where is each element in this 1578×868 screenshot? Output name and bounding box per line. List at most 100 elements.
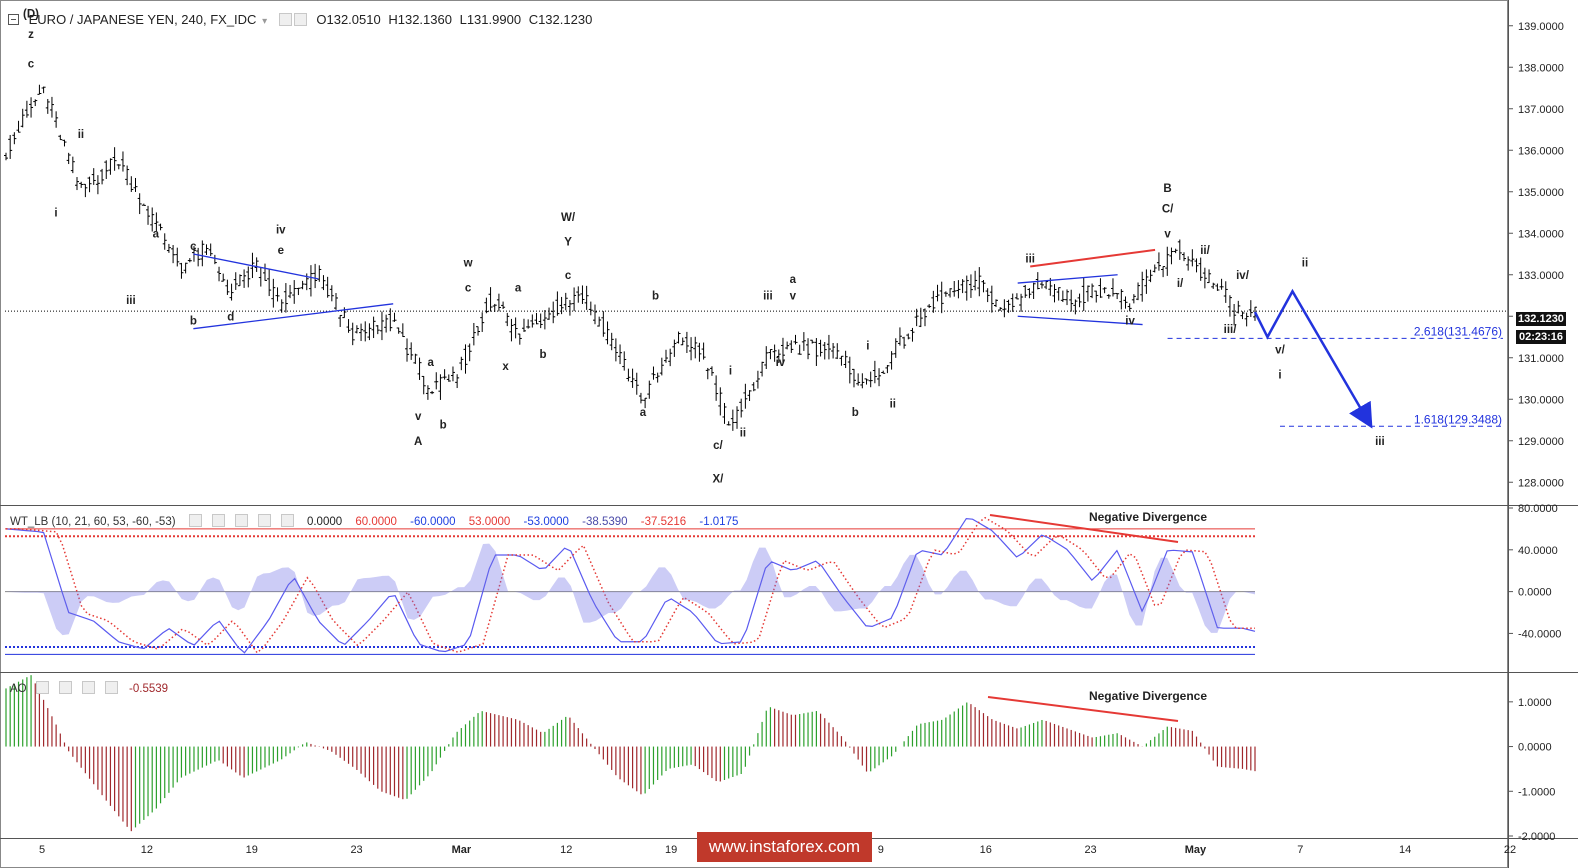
settings-icon[interactable] [211, 514, 225, 527]
close-icon[interactable] [280, 514, 294, 527]
symbol-title: EURO / JAPANESE YEN, 240, FX_IDC [28, 12, 257, 27]
wave-label: i [54, 208, 57, 220]
time-axis-label: 22 [1504, 844, 1516, 856]
wave-label: z [28, 29, 34, 41]
wt-value-6: -37.5216 [640, 516, 687, 528]
ao-axis-label: 0.0000 [1518, 742, 1552, 754]
price-axis-label: 129.0000 [1518, 436, 1564, 448]
time-axis-label: 19 [665, 844, 677, 856]
wave-label: c [465, 282, 472, 294]
wave-label: a [790, 274, 797, 286]
wt-axis-label: 80.0000 [1518, 503, 1558, 515]
countdown-tag: 02:23:16 [1516, 330, 1566, 344]
wave-label: a [153, 228, 160, 240]
open-value: 132.0510 [326, 12, 381, 27]
last-price-tag: 132.1230 [1516, 312, 1566, 326]
trendline-1 [193, 303, 394, 330]
chart-canvas[interactable]: 139.0000 138.0000 137.0000 136.0000 135.0000… [0, 0, 1578, 868]
wave-label: ii [890, 399, 896, 411]
wt-value-4: -53.0000 [523, 516, 569, 528]
wave-label: A [414, 436, 422, 448]
watermark: www.instaforex.com [697, 832, 872, 862]
price-axis-label: 136.0000 [1518, 145, 1564, 157]
wt-lb-legend: WT_LB (10, 21, 60, 53, -60, -53) 0.0000 … [10, 514, 748, 528]
ao-axis-label: -1.0000 [1518, 786, 1555, 798]
dropdown-arrow-icon[interactable]: ▾ [262, 16, 267, 27]
ao-legend: AO -0.5539 [10, 681, 178, 695]
trendline-0 [193, 253, 319, 280]
wave-label: iii [763, 291, 773, 303]
wave-label: iii [126, 295, 136, 307]
trendline-4 [1017, 315, 1143, 326]
wt-axis-label: 40.0000 [1518, 545, 1558, 557]
eye-icon[interactable] [35, 681, 49, 694]
ao-value: -0.5539 [129, 683, 169, 695]
plus-icon[interactable] [257, 514, 271, 527]
wave-label: iv [1125, 316, 1135, 328]
fib-level-label: 2.618(131.4676) [1414, 324, 1502, 338]
ao-name: AO [10, 683, 27, 695]
wave-label: Y [564, 237, 572, 249]
ao-axis-label: 1.0000 [1518, 697, 1552, 709]
wave-label: v [1164, 228, 1171, 240]
wt-lb-name: WT_LB (10, 21, 60, 53, -60, -53) [10, 516, 176, 528]
price-axis-label: 128.0000 [1518, 477, 1564, 489]
time-axis-label: 14 [1399, 844, 1411, 856]
wave-label: i [866, 340, 869, 352]
wave-label: iv/ [1236, 270, 1250, 282]
wt-value-1: 60.0000 [355, 516, 397, 528]
wt-axis-label: -40.0000 [1518, 628, 1561, 640]
wave-label: iii [1025, 253, 1035, 265]
time-axis-label: 12 [560, 844, 572, 856]
low-label: L [459, 12, 467, 27]
ao-annotation: Negative Divergence [1089, 689, 1207, 703]
close-value: 132.1230 [538, 12, 593, 27]
wt-value-0: 0.0000 [306, 516, 343, 528]
wt-main-line [5, 517, 1256, 654]
wave-label: iii/ [1224, 324, 1238, 336]
wave-label: b [190, 316, 197, 328]
price-axis-label: 137.0000 [1518, 104, 1564, 116]
time-axis-label: 12 [141, 844, 153, 856]
wt-lines [5, 516, 1256, 654]
price-axis-label: 135.0000 [1518, 187, 1564, 199]
low-value: 131.9900 [466, 12, 522, 27]
price-axis-label: 139.0000 [1518, 21, 1564, 33]
price-axis-label: 130.0000 [1518, 394, 1564, 406]
collapse-icon[interactable] [8, 14, 19, 25]
eye-icon[interactable] [188, 514, 202, 527]
wave-label: ii [78, 129, 84, 141]
price-bars [4, 84, 1257, 431]
close-label: C [528, 12, 539, 27]
wave-label: c [565, 270, 572, 282]
settings-icon[interactable] [293, 13, 307, 26]
time-axis-label: 7 [1297, 844, 1303, 856]
wave-label: a [515, 282, 522, 294]
time-axis-label: 19 [246, 844, 258, 856]
wave-label: b [540, 349, 547, 361]
settings-icon[interactable] [58, 681, 72, 694]
close-icon[interactable] [104, 681, 118, 694]
time-axis-label: 16 [980, 844, 992, 856]
wave-label: i [1278, 370, 1281, 382]
trendline-2 [1030, 248, 1156, 268]
wt-histogram [6, 543, 1255, 636]
wt-signal-line [6, 516, 1255, 654]
wave-label: b [852, 407, 859, 419]
clock-icon[interactable] [234, 514, 248, 527]
wave-label: iv [776, 357, 786, 369]
wave-label: c [28, 58, 35, 70]
wave-label: v [790, 291, 797, 303]
fib-level-label: 1.618(129.3488) [1414, 412, 1502, 426]
wave-label: b [440, 419, 447, 431]
eye-icon[interactable] [278, 13, 292, 26]
wave-label: B [1163, 183, 1171, 195]
wt-value-5: -38.5390 [582, 516, 628, 528]
wt-value-7: -1.0175 [699, 516, 739, 528]
wave-label: iii [1375, 436, 1385, 448]
price-axis-label: 134.0000 [1518, 228, 1564, 240]
wave-label: e [278, 245, 284, 257]
wt-axis-label: 0.0000 [1518, 587, 1552, 599]
wave-label: c [190, 241, 197, 253]
plus-icon[interactable] [81, 681, 95, 694]
